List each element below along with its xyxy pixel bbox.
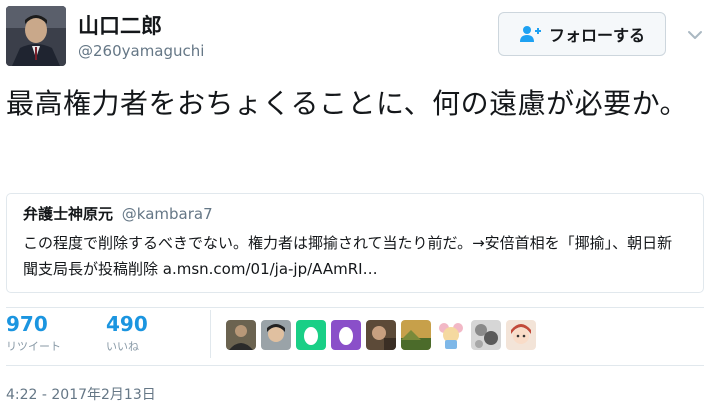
quoted-tweet-display-name: 弁護士神原元 — [23, 205, 114, 223]
retweet-count-value: 970 — [6, 312, 48, 336]
quoted-tweet-handle: @kambara7 — [121, 205, 213, 223]
avatar-person-dark-icon — [226, 320, 256, 350]
profile-photo-icon — [6, 6, 66, 66]
retweet-count[interactable]: 970 リツイート — [6, 312, 61, 354]
avatar-egg-purple-icon — [331, 320, 361, 350]
stats-top-divider — [6, 307, 704, 308]
quoted-tweet-text: この程度で削除するべきでない。権力者は揶揄されて当たり前だ。→安倍首相を「揶揄」… — [23, 234, 673, 278]
tweet-text: 最高権力者をおちょくることに、何の遠慮が必要か。 — [6, 87, 689, 120]
like-count-label: いいね — [106, 340, 139, 353]
liker-avatar[interactable] — [226, 320, 256, 350]
avatar-anime-character-icon — [506, 320, 536, 350]
stats-separator — [210, 310, 211, 358]
chevron-down-icon[interactable] — [684, 24, 706, 46]
retweet-count-label: リツイート — [6, 340, 61, 353]
liker-avatar[interactable] — [506, 320, 536, 350]
liker-avatar[interactable] — [436, 320, 466, 350]
liker-avatar[interactable] — [471, 320, 501, 350]
avatar-landscape-photo-icon — [401, 320, 431, 350]
like-count[interactable]: 490 いいね — [106, 312, 148, 354]
liker-avatar[interactable] — [401, 320, 431, 350]
liker-avatar[interactable] — [296, 320, 326, 350]
author-avatar[interactable] — [6, 6, 66, 66]
author-display-name[interactable]: 山口二郎 — [78, 10, 162, 40]
liker-avatar[interactable] — [366, 320, 396, 350]
follow-button[interactable]: フォローする — [498, 12, 666, 56]
avatar-cartoon-mouse-icon — [436, 320, 466, 350]
liker-avatar[interactable] — [331, 320, 361, 350]
follow-button-label: フォローする — [548, 26, 645, 45]
author-handle[interactable]: @260yamaguchi — [78, 42, 204, 60]
tweet-timestamp[interactable]: 4:22 - 2017年2月13日 — [6, 384, 156, 404]
stats-bottom-divider — [6, 365, 704, 366]
avatar-person-face-icon — [261, 320, 291, 350]
liker-avatars — [226, 320, 536, 350]
avatar-person-photo-icon — [366, 320, 396, 350]
liker-avatar[interactable] — [261, 320, 291, 350]
avatar-abstract-pattern-icon — [471, 320, 501, 350]
quoted-tweet-author: 弁護士神原元 @kambara7 — [23, 204, 687, 224]
add-user-icon — [519, 26, 541, 42]
avatar-egg-green-icon — [296, 320, 326, 350]
quoted-tweet[interactable]: 弁護士神原元 @kambara7 この程度で削除するべきでない。権力者は揶揄され… — [6, 193, 704, 293]
like-count-value: 490 — [106, 312, 148, 336]
